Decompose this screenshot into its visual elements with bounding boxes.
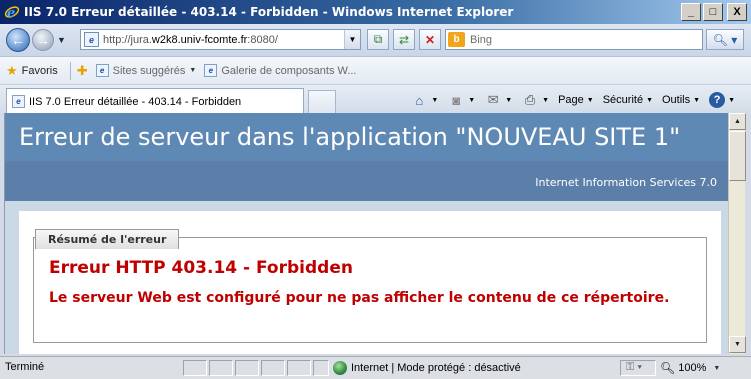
maximize-button[interactable]: □ [703,3,723,21]
dropdown-arrow-icon: ▼ [713,364,721,372]
ie-logo-icon: e [4,4,20,20]
back-arrow-icon: ← [11,32,25,48]
compatibility-icon: ⧉ [373,32,383,46]
error-panel: Résumé de l'erreur Erreur HTTP 403.14 - … [19,211,721,354]
refresh-icon: ⇄ [398,32,410,47]
status-text: Terminé [5,361,45,373]
print-icon[interactable]: ⎙ [521,91,539,109]
address-url[interactable]: http://jura.w2k8.univ-fcomte.fr:8080/ [103,34,278,46]
dropdown-arrow-icon: ▼ [189,67,197,74]
search-icon: 🔍︎ ▾ [712,32,738,47]
refresh-button[interactable]: ⇄ [393,29,415,50]
favorites-button[interactable]: Favoris [22,65,58,77]
iis-version: Internet Information Services 7.0 [535,176,717,189]
page-icon: e [204,64,218,77]
error-message: Le serveur Web est configuré pour ne pas… [49,290,670,306]
status-cell [313,360,329,376]
stop-icon: ✕ [424,32,436,47]
page-title: Erreur de serveur dans l'application "NO… [19,123,681,151]
scroll-thumb[interactable] [729,131,746,181]
status-cell [235,360,259,376]
iis-header: Erreur de serveur dans l'application "NO… [5,113,728,161]
bing-logo-icon: b [448,32,465,47]
internet-globe-icon [333,361,347,375]
scroll-down-arrow-icon: ▼ [734,341,741,348]
command-bar: ⌂ ▼ ◙ ▼ ✉ ▼ ⎙ ▼ Page ▼ Sécurité ▼ Outils ▼ ? ▼ [410,89,741,111]
error-heading: Erreur HTTP 403.14 - Forbidden [49,258,353,278]
add-favorite-icon[interactable]: ✚ [77,63,88,79]
forward-arrow-icon: → [36,32,50,48]
favorites-separator [69,61,71,80]
help-icon[interactable]: ? [709,92,726,108]
favorites-star-icon[interactable]: ★ [6,63,18,79]
window-title: IIS 7.0 Erreur détaillée - 403.14 - Forb… [24,5,514,19]
status-cell [209,360,233,376]
favorites-bar: ★ Favoris ✚ e Sites suggérés ▼ e Galerie… [0,56,751,84]
history-dropdown-icon[interactable]: ▼ [57,35,66,45]
tab-bar: e IIS 7.0 Erreur détaillée - 403.14 - Fo… [0,84,751,114]
tools-menu[interactable]: Outils [662,94,690,106]
rss-feed-icon[interactable]: ◙ [447,91,465,109]
search-button[interactable]: 🔍︎ ▾ [706,29,744,50]
dropdown-arrow-icon: ▼ [646,96,653,104]
dropdown-arrow-icon[interactable]: ▼ [542,97,549,104]
scroll-down-button[interactable]: ▼ [729,336,746,353]
dropdown-arrow-icon: ▼ [693,96,701,104]
status-cell [261,360,285,376]
search-placeholder: Bing [470,33,493,46]
close-button[interactable]: X [727,3,747,21]
address-dropdown-icon[interactable]: ▼ [344,30,360,49]
iis-subheader: Internet Information Services 7.0 [5,161,728,201]
address-toolbar: ← → ▼ e http://jura.w2k8.univ-fcomte.fr:… [0,24,751,56]
favorite-web-slice-gallery[interactable]: e Galerie de composants W... [204,64,356,77]
svg-text:e: e [7,6,15,20]
dropdown-arrow-icon: ▼ [586,96,594,104]
back-button[interactable]: ← [6,28,30,52]
status-cell [183,360,207,376]
stop-button[interactable]: ✕ [419,29,441,50]
zoom-control[interactable]: 🔍︎ 100% ▼ [660,361,720,375]
status-bar: Terminé Internet | Mode protégé : désact… [0,356,751,379]
scroll-up-arrow-icon: ▲ [734,118,741,125]
dropdown-arrow-icon[interactable]: ▼ [468,97,475,104]
mail-icon[interactable]: ✉ [484,91,502,109]
title-bar: e IIS 7.0 Erreur détaillée - 403.14 - Fo… [0,0,751,24]
tab-page-icon: e [12,95,25,108]
page-icon: e [95,64,109,77]
minimize-button[interactable]: _ [681,3,701,21]
search-input[interactable]: b Bing [445,29,703,50]
home-icon[interactable]: ⌂ [410,91,428,109]
security-menu[interactable]: Sécurité [603,94,643,106]
favorite-suggested-sites[interactable]: e Sites suggérés ▼ [95,64,197,77]
dropdown-arrow-icon[interactable]: ▼ [431,97,438,104]
zoom-magnifier-icon: 🔍︎ [660,361,676,375]
scroll-up-button[interactable]: ▲ [729,113,746,130]
lock-icon[interactable]: ⚿ ▾ [626,361,642,374]
vertical-scrollbar[interactable]: ▲ ▼ [728,113,746,354]
address-bar[interactable]: e http://jura.w2k8.univ-fcomte.fr:8080/ … [80,29,361,50]
new-tab-button[interactable] [308,90,336,114]
summary-legend: Résumé de l'erreur [35,229,180,249]
dropdown-arrow-icon[interactable]: ▼ [505,97,512,104]
iis-body: Résumé de l'erreur Erreur HTTP 403.14 - … [5,201,728,354]
window-controls: _ □ X [681,3,747,21]
compatibility-view-button[interactable]: ⧉ [367,29,389,50]
page-menu[interactable]: Page [558,94,584,106]
tab-current[interactable]: e IIS 7.0 Erreur détaillée - 403.14 - Fo… [6,88,304,114]
dropdown-arrow-icon[interactable]: ▼ [728,97,735,104]
forward-button[interactable]: → [32,29,54,51]
security-zone[interactable]: Internet | Mode protégé : désactivé [333,361,521,375]
page-icon: e [84,32,99,47]
status-cell [287,360,311,376]
page-content: Erreur de serveur dans l'application "NO… [4,113,728,354]
